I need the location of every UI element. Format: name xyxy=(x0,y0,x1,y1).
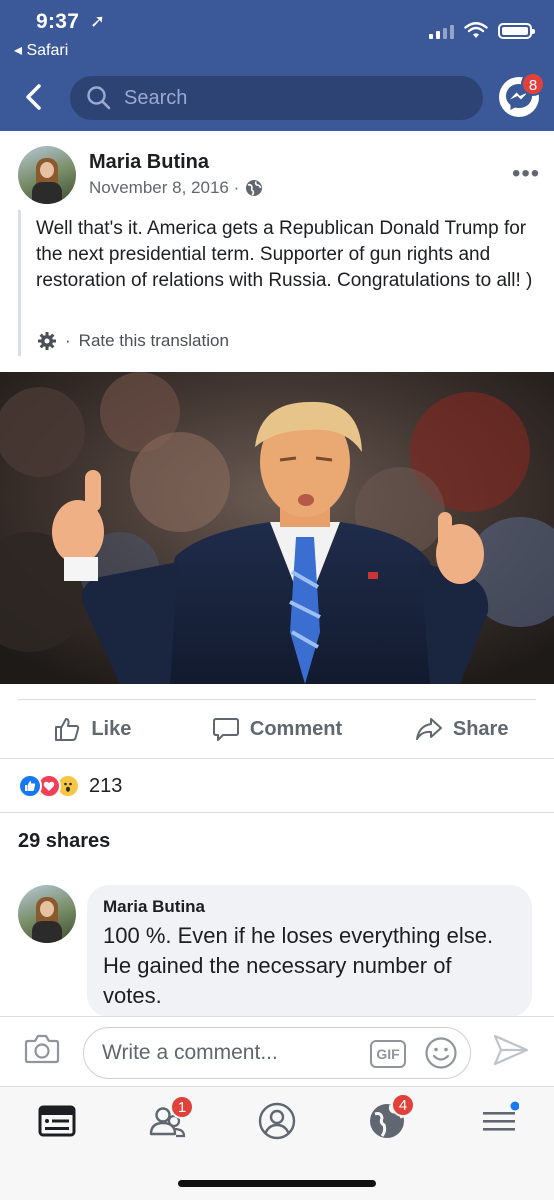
translation-separator: · xyxy=(65,331,71,350)
commenter-avatar[interactable] xyxy=(18,885,76,943)
back-chevron-icon[interactable] xyxy=(18,80,52,114)
post-text: Well that's it. America gets a Republica… xyxy=(36,218,533,291)
actions-bottom-divider xyxy=(0,758,554,759)
emoji-icon[interactable] xyxy=(424,1036,458,1070)
home-indicator[interactable] xyxy=(178,1180,376,1187)
rate-translation-link[interactable]: Rate this translation xyxy=(79,331,229,351)
status-indicators xyxy=(429,22,535,40)
post-text-block: Well that's it. America gets a Republica… xyxy=(18,210,538,356)
share-label: Share xyxy=(452,717,509,740)
top-header: 9:37 ➚ ◂ Safari 8 xyxy=(0,0,554,131)
like-label: Like xyxy=(91,717,132,740)
search-icon xyxy=(87,86,111,110)
profile-icon[interactable] xyxy=(257,1101,297,1141)
battery-icon xyxy=(498,23,535,39)
send-icon[interactable] xyxy=(492,1033,530,1067)
gif-button[interactable]: GIF xyxy=(370,1040,406,1068)
comment-author[interactable]: Maria Butina xyxy=(103,897,516,917)
like-button[interactable]: Like xyxy=(0,715,185,743)
friends-badge: 1 xyxy=(170,1095,194,1119)
messenger-badge: 8 xyxy=(521,72,545,96)
comment-label: Comment xyxy=(249,717,343,740)
signal-icon xyxy=(429,23,454,39)
globe-icon xyxy=(246,180,263,196)
like-reaction-icon xyxy=(18,774,42,798)
wifi-icon xyxy=(464,22,488,38)
reactions-summary[interactable]: 213 xyxy=(18,774,122,798)
more-options-icon[interactable]: ••• xyxy=(512,160,540,188)
comment-bubble[interactable]: Maria Butina 100 %. Even if he loses eve… xyxy=(87,885,532,1017)
post-photo[interactable] xyxy=(0,372,554,684)
comment-composer: GIF xyxy=(0,1016,554,1086)
news-feed-icon[interactable] xyxy=(37,1101,77,1141)
thumbs-up-icon xyxy=(55,718,80,741)
post-date-text: November 8, 2016 · xyxy=(89,178,240,197)
post-date: November 8, 2016 · xyxy=(89,178,263,198)
comment-input-box[interactable]: GIF xyxy=(83,1027,471,1079)
share-count[interactable]: 29 shares xyxy=(18,830,110,853)
comment-button[interactable]: Comment xyxy=(185,715,370,743)
status-time: 9:37 xyxy=(36,10,80,33)
location-arrow-icon: ➚ xyxy=(90,11,106,31)
post-actions-bar: Like Comment Share xyxy=(0,700,554,758)
camera-icon[interactable] xyxy=(24,1033,60,1065)
comment-bubble-icon xyxy=(212,718,239,741)
search-input[interactable] xyxy=(124,86,424,110)
share-arrow-icon xyxy=(415,718,442,740)
reaction-count: 213 xyxy=(89,774,123,797)
comment-text: 100 %. Even if he loses everything else.… xyxy=(103,923,494,1008)
back-to-safari-link[interactable]: ◂ Safari xyxy=(14,40,68,60)
comment-input[interactable] xyxy=(102,1041,352,1065)
photo-image xyxy=(0,372,554,684)
post-author-name[interactable]: Maria Butina xyxy=(89,151,209,174)
reactions-divider xyxy=(0,812,554,813)
translation-row: · Rate this translation xyxy=(37,331,229,351)
share-button[interactable]: Share xyxy=(369,715,554,743)
menu-hamburger-icon[interactable] xyxy=(479,1101,519,1141)
notifications-badge: 4 xyxy=(391,1093,415,1117)
gear-icon[interactable] xyxy=(37,331,57,351)
search-bar[interactable] xyxy=(70,76,483,120)
author-avatar[interactable] xyxy=(18,146,76,204)
